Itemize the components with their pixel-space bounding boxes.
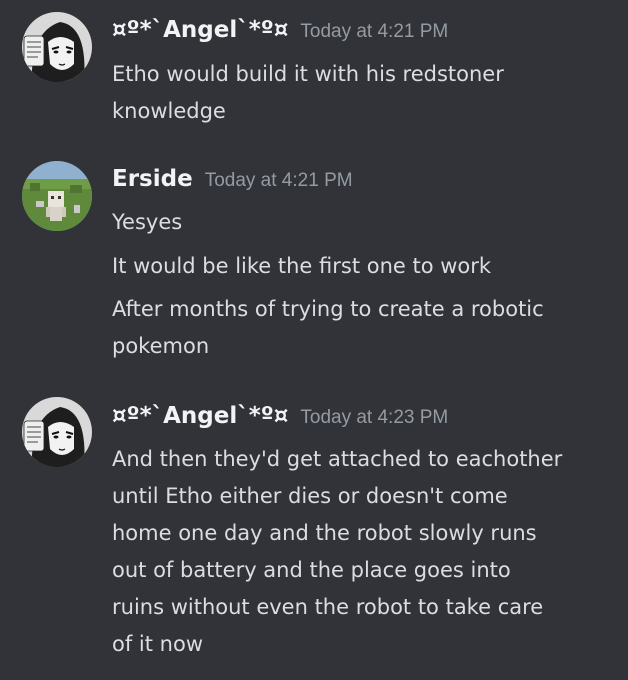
username[interactable]: ¤º*`Angel`*º¤ bbox=[112, 403, 288, 429]
user-avatar[interactable] bbox=[22, 161, 92, 231]
username[interactable]: ¤º*`Angel`*º¤ bbox=[112, 17, 288, 43]
message-text: It would be like the first one to work bbox=[112, 254, 492, 278]
message-text: And then they'd get attached to eachothe… bbox=[112, 447, 563, 656]
user-avatar[interactable] bbox=[22, 397, 92, 467]
anime-avatar-icon bbox=[22, 397, 92, 467]
message-header: ¤º*`Angel`*º¤ Today at 4:23 PM bbox=[112, 403, 448, 439]
minecraft-avatar-icon bbox=[22, 161, 92, 231]
anime-avatar-icon bbox=[22, 12, 92, 82]
timestamp[interactable]: Today at 4:21 PM bbox=[205, 170, 353, 192]
message-text: Yesyes bbox=[112, 210, 183, 234]
timestamp[interactable]: Today at 4:21 PM bbox=[300, 21, 448, 43]
user-avatar[interactable] bbox=[22, 12, 92, 82]
message-header: ¤º*`Angel`*º¤ Today at 4:21 PM bbox=[112, 17, 448, 53]
message-text: Etho would build it with his redstoner k… bbox=[112, 62, 504, 123]
message-text: After months of trying to create a robot… bbox=[112, 297, 544, 358]
username[interactable]: Erside bbox=[112, 166, 193, 192]
message-header: Erside Today at 4:21 PM bbox=[112, 166, 353, 202]
timestamp[interactable]: Today at 4:23 PM bbox=[300, 407, 448, 429]
